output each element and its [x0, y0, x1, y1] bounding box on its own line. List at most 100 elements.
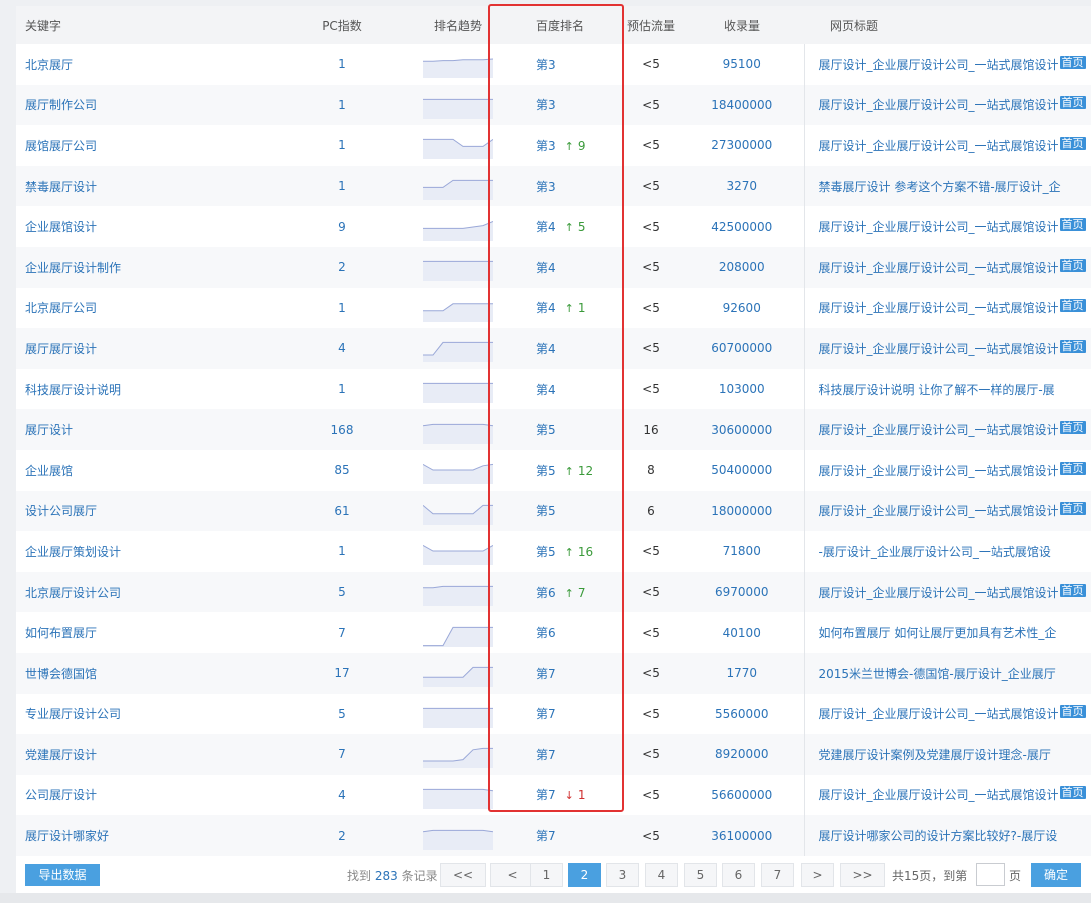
- keyword-cell[interactable]: 北京展厅设计公司: [16, 571, 270, 613]
- keyword-cell[interactable]: 北京展厅公司: [16, 287, 270, 329]
- page-title-link[interactable]: 科技展厅设计说明 让你了解不一样的展厅-展: [819, 383, 1055, 397]
- page-title-link[interactable]: 如何布置展厅 如何让展厅更加具有艺术性_企: [819, 626, 1057, 640]
- export-data-button[interactable]: 导出数据: [25, 864, 100, 886]
- page-number-button[interactable]: 6: [722, 863, 755, 887]
- indexed-count-cell[interactable]: 50400000: [680, 449, 804, 491]
- rank-value[interactable]: 第3: [536, 139, 556, 153]
- page-title-link[interactable]: 党建展厅设计案例及党建展厅设计理念-展厅: [819, 748, 1051, 762]
- keyword-cell[interactable]: 展厅设计: [16, 409, 270, 450]
- indexed-count-cell[interactable]: 103000: [680, 368, 804, 410]
- page-title-link[interactable]: 展厅设计_企业展厅设计公司_一站式展馆设计: [819, 586, 1059, 600]
- header-pc-index[interactable]: PC指数: [270, 6, 414, 44]
- header-indexed[interactable]: 收录量: [680, 6, 804, 44]
- page-title-link[interactable]: 展厅设计哪家公司的设计方案比较好?-展厅设: [819, 829, 1058, 843]
- rank-value[interactable]: 第6: [536, 626, 556, 640]
- page-title-link[interactable]: 展厅设计_企业展厅设计公司_一站式展馆设计: [819, 301, 1059, 315]
- keyword-cell[interactable]: 企业展厅策划设计: [16, 531, 270, 572]
- indexed-count-cell[interactable]: 36100000: [680, 815, 804, 856]
- indexed-count-cell[interactable]: 95100: [680, 44, 804, 85]
- keyword-cell[interactable]: 北京展厅: [16, 44, 270, 85]
- indexed-count-cell[interactable]: 1770: [680, 652, 804, 694]
- header-est-traffic[interactable]: 预估流量: [622, 6, 680, 44]
- keyword-cell[interactable]: 企业展馆设计: [16, 206, 270, 247]
- header-keyword[interactable]: 关键字: [16, 6, 270, 44]
- rank-value[interactable]: 第3: [536, 180, 556, 194]
- page-last-button[interactable]: >>: [840, 863, 885, 887]
- rank-value[interactable]: 第5: [536, 545, 556, 559]
- rank-value[interactable]: 第7: [536, 748, 556, 762]
- indexed-count-cell[interactable]: 71800: [680, 531, 804, 572]
- rank-value[interactable]: 第7: [536, 788, 556, 802]
- page-number-button[interactable]: 5: [684, 863, 717, 887]
- indexed-count-cell[interactable]: 40100: [680, 612, 804, 653]
- keyword-cell[interactable]: 设计公司展厅: [16, 490, 270, 532]
- indexed-count-cell[interactable]: 27300000: [680, 125, 804, 166]
- rank-value[interactable]: 第5: [536, 504, 556, 518]
- page-title-link[interactable]: 展厅设计_企业展厅设计公司_一站式展馆设计: [819, 220, 1059, 234]
- keyword-cell[interactable]: 党建展厅设计: [16, 734, 270, 775]
- page-first-button[interactable]: <<: [440, 863, 486, 887]
- page-number-button[interactable]: 2: [568, 863, 601, 887]
- page-title-link[interactable]: 展厅设计_企业展厅设计公司_一站式展馆设计: [819, 788, 1059, 802]
- indexed-count-cell[interactable]: 18400000: [680, 84, 804, 126]
- indexed-count-cell[interactable]: 30600000: [680, 409, 804, 450]
- rank-value[interactable]: 第7: [536, 707, 556, 721]
- page-title-link[interactable]: 展厅设计_企业展厅设计公司_一站式展馆设计: [819, 342, 1059, 356]
- keyword-cell[interactable]: 禁毒展厅设计: [16, 165, 270, 207]
- goto-page-input[interactable]: [976, 863, 1005, 886]
- rank-value[interactable]: 第5: [536, 423, 556, 437]
- page-title-link[interactable]: 禁毒展厅设计 参考这个方案不错-展厅设计_企: [819, 180, 1061, 194]
- keyword-cell[interactable]: 如何布置展厅: [16, 612, 270, 653]
- page-title-link[interactable]: 展厅设计_企业展厅设计公司_一站式展馆设计: [819, 261, 1059, 275]
- page-title-link[interactable]: -展厅设计_企业展厅设计公司_一站式展馆设: [819, 545, 1051, 559]
- page-number-button[interactable]: 7: [761, 863, 794, 887]
- rank-value[interactable]: 第5: [536, 464, 556, 478]
- page-title-link[interactable]: 展厅设计_企业展厅设计公司_一站式展馆设计: [819, 98, 1059, 112]
- page-title-link[interactable]: 展厅设计_企业展厅设计公司_一站式展馆设计: [819, 139, 1059, 153]
- rank-value[interactable]: 第7: [536, 829, 556, 843]
- page-title-link[interactable]: 展厅设计_企业展厅设计公司_一站式展馆设计: [819, 707, 1059, 721]
- page-title-link[interactable]: 展厅设计_企业展厅设计公司_一站式展馆设计: [819, 58, 1059, 72]
- indexed-count-cell[interactable]: 3270: [680, 165, 804, 207]
- rank-value[interactable]: 第4: [536, 261, 556, 275]
- indexed-count-cell[interactable]: 92600: [680, 287, 804, 329]
- page-prev-button[interactable]: <: [490, 863, 535, 887]
- page-title-link[interactable]: 展厅设计_企业展厅设计公司_一站式展馆设计: [819, 504, 1059, 518]
- indexed-count-cell[interactable]: 60700000: [680, 328, 804, 369]
- page-number-button[interactable]: 1: [530, 863, 563, 887]
- keyword-cell[interactable]: 世博会德国馆: [16, 652, 270, 694]
- page-title-link[interactable]: 展厅设计_企业展厅设计公司_一站式展馆设计: [819, 464, 1059, 478]
- indexed-count-cell[interactable]: 18000000: [680, 490, 804, 532]
- rank-value[interactable]: 第3: [536, 98, 556, 112]
- rank-value[interactable]: 第6: [536, 586, 556, 600]
- keyword-cell[interactable]: 公司展厅设计: [16, 774, 270, 816]
- rank-value[interactable]: 第4: [536, 220, 556, 234]
- rank-value[interactable]: 第4: [536, 342, 556, 356]
- header-baidu-rank[interactable]: 百度排名: [502, 6, 622, 44]
- indexed-count-cell[interactable]: 5560000: [680, 693, 804, 735]
- page-title-link[interactable]: 展厅设计_企业展厅设计公司_一站式展馆设计: [819, 423, 1059, 437]
- page-title-link[interactable]: 2015米兰世博会-德国馆-展厅设计_企业展厅: [819, 667, 1056, 681]
- keyword-cell[interactable]: 展厅展厅设计: [16, 328, 270, 369]
- keyword-cell[interactable]: 展厅制作公司: [16, 84, 270, 126]
- rank-value[interactable]: 第4: [536, 383, 556, 397]
- keyword-cell[interactable]: 企业展厅设计制作: [16, 246, 270, 288]
- keyword-cell[interactable]: 科技展厅设计说明: [16, 368, 270, 410]
- page-number-button[interactable]: 3: [606, 863, 639, 887]
- indexed-count-cell[interactable]: 42500000: [680, 206, 804, 247]
- rank-value[interactable]: 第7: [536, 667, 556, 681]
- indexed-count-cell[interactable]: 6970000: [680, 571, 804, 613]
- page-number-button[interactable]: 4: [645, 863, 678, 887]
- page-next-button[interactable]: >: [801, 863, 834, 887]
- rank-value[interactable]: 第3: [536, 58, 556, 72]
- keyword-cell[interactable]: 展厅设计哪家好: [16, 815, 270, 856]
- goto-confirm-button[interactable]: 确定: [1031, 863, 1081, 887]
- keyword-cell[interactable]: 专业展厅设计公司: [16, 693, 270, 735]
- keyword-cell[interactable]: 展馆展厅公司: [16, 125, 270, 166]
- indexed-count-cell[interactable]: 208000: [680, 246, 804, 288]
- est-traffic-cell: <5: [622, 531, 680, 572]
- rank-value[interactable]: 第4: [536, 301, 556, 315]
- indexed-count-cell[interactable]: 8920000: [680, 734, 804, 775]
- indexed-count-cell[interactable]: 56600000: [680, 774, 804, 816]
- keyword-cell[interactable]: 企业展馆: [16, 449, 270, 491]
